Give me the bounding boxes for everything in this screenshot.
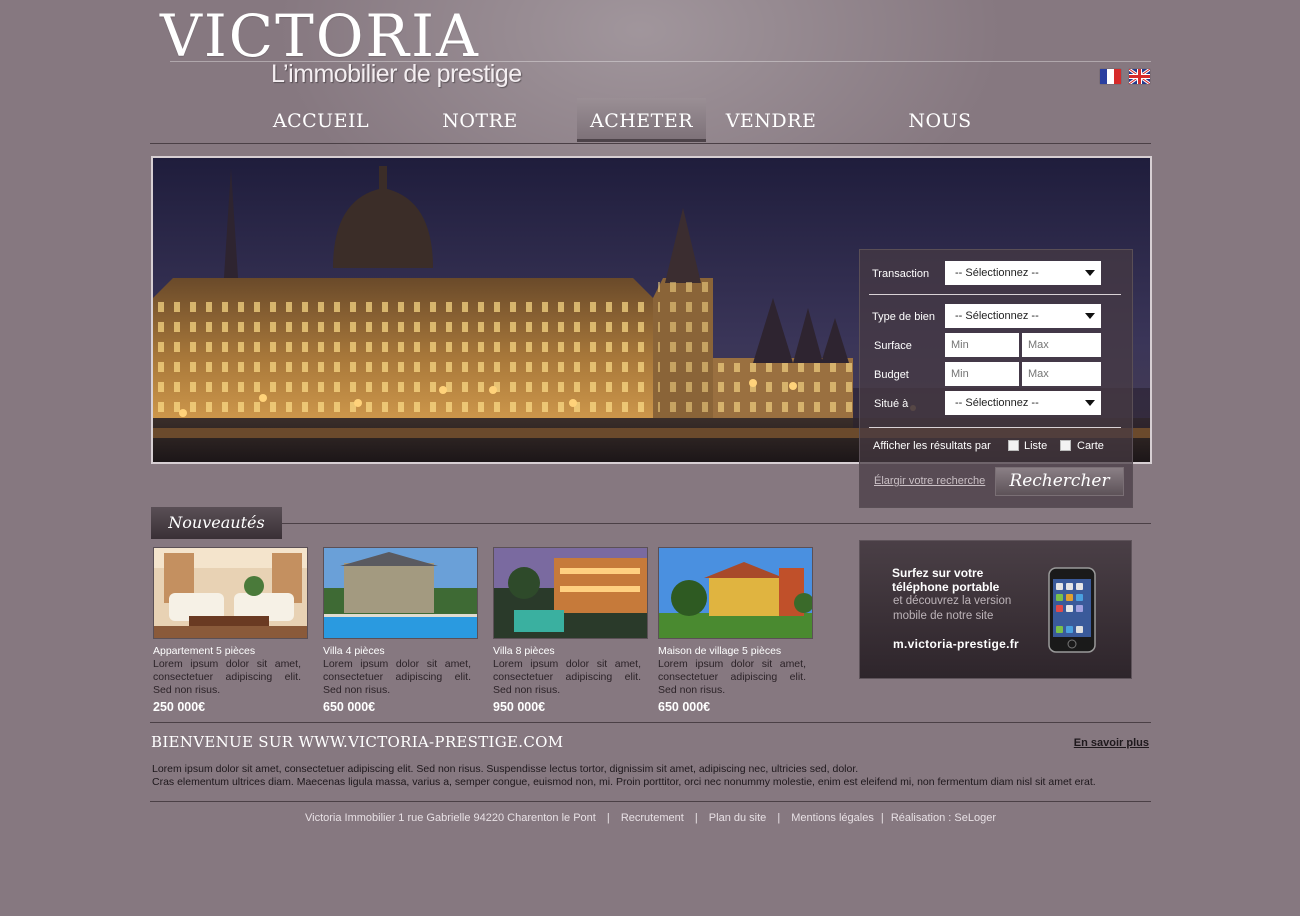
listing-photo[interactable] [323, 547, 478, 639]
listing-description: Lorem ipsum dolor sit amet, consectetuer… [493, 658, 641, 696]
transaction-select-value: -- Sélectionnez -- [955, 267, 1039, 279]
chevron-down-icon [1085, 313, 1095, 319]
footer-divider [150, 801, 1151, 802]
surface-label: Surface [874, 340, 912, 352]
footer-separator: | [606, 812, 610, 824]
footer-separator: | [694, 812, 698, 824]
map-view-checkbox[interactable] [1060, 440, 1071, 451]
welcome-text: Lorem ipsum dolor sit amet, consectetuer… [152, 763, 1151, 789]
display-mode-label: Afficher les résultats par [873, 440, 991, 452]
listing-price: 650 000€ [658, 700, 711, 714]
smartphone-icon [1048, 567, 1096, 653]
welcome-paragraph-2: Cras elementum ultrices diam. Maecenas l… [152, 776, 1096, 788]
listing-description: Lorem ipsum dolor sit amet, consectetuer… [323, 658, 471, 696]
listing-card[interactable]: Maison de village 5 pièces Lorem ipsum d… [658, 547, 813, 714]
budget-label: Budget [874, 369, 909, 381]
section-divider [150, 722, 1151, 723]
listing-title[interactable]: Villa 8 pièces [493, 645, 648, 658]
property-type-select-value: -- Sélectionnez -- [955, 310, 1039, 322]
transaction-select[interactable]: -- Sélectionnez -- [945, 261, 1101, 285]
property-type-select[interactable]: -- Sélectionnez -- [945, 304, 1101, 328]
footer-link-legal[interactable]: Mentions légales [791, 812, 874, 824]
news-divider [282, 523, 1151, 524]
list-view-checkbox[interactable] [1008, 440, 1019, 451]
chevron-down-icon [1085, 270, 1095, 276]
widen-search-link[interactable]: Élargir votre recherche [874, 475, 985, 487]
promo-title: Surfez sur votre téléphone portable [892, 566, 1000, 594]
listing-card[interactable]: Villa 8 pièces Lorem ipsum dolor sit ame… [493, 547, 648, 714]
form-divider [869, 427, 1121, 428]
nav-item-acheter[interactable]: ACHETER [577, 98, 706, 142]
listing-title[interactable]: Maison de village 5 pièces [658, 645, 813, 658]
budget-min-input[interactable] [945, 362, 1019, 386]
main-nav: ACCUEIL NOTRE AGENCE ACHETER VENDRE NOUS… [150, 98, 1151, 178]
footer-credit[interactable]: Réalisation : SeLoger [891, 812, 996, 824]
transaction-label: Transaction [872, 268, 930, 280]
welcome-title: BIENVENUE SUR WWW.VICTORIA-PRESTIGE.COM [151, 733, 564, 751]
location-select-value: -- Sélectionnez -- [955, 397, 1039, 409]
listing-card[interactable]: Appartement 5 pièces Lorem ipsum dolor s… [153, 547, 308, 714]
promo-subtitle: et découvrez la version mobile de notre … [893, 595, 1012, 622]
flag-uk-icon[interactable] [1129, 69, 1150, 84]
listing-card[interactable]: Villa 4 pièces Lorem ipsum dolor sit ame… [323, 547, 478, 714]
footer-link-sitemap[interactable]: Plan du site [709, 812, 766, 824]
page-container: VICTORIA L’immobilier de prestige ACCUEI… [150, 0, 1152, 916]
listing-title[interactable]: Appartement 5 pièces [153, 645, 308, 658]
list-view-label: Liste [1024, 440, 1048, 452]
surface-min-input[interactable] [945, 333, 1019, 357]
footer-address: Victoria Immobilier 1 rue Gabrielle 9422… [304, 812, 596, 824]
footer-separator: | [777, 812, 781, 824]
news-heading: Nouveautés [151, 507, 282, 539]
nav-item-nous-contacter[interactable]: NOUS CONTACTER [845, 98, 1035, 178]
listing-price: 650 000€ [323, 700, 376, 714]
nav-item-vendre[interactable]: VENDRE [716, 98, 826, 142]
footer-separator: | [880, 812, 884, 824]
property-search-form: Transaction -- Sélectionnez -- Type de b… [859, 249, 1133, 508]
budget-max-input[interactable] [1022, 362, 1101, 386]
flag-fr-icon[interactable] [1100, 69, 1121, 84]
mobile-site-promo[interactable]: Surfez sur votre téléphone portable et d… [859, 540, 1132, 679]
listing-photo[interactable] [658, 547, 813, 639]
nav-item-notre-agence[interactable]: NOTRE AGENCE [396, 98, 564, 178]
welcome-paragraph-1: Lorem ipsum dolor sit amet, consectetuer… [152, 763, 859, 775]
listing-price: 250 000€ [153, 700, 206, 714]
listing-title[interactable]: Villa 4 pièces [323, 645, 478, 658]
site-tagline: L’immobilier de prestige [271, 60, 522, 88]
footer: Victoria Immobilier 1 rue Gabrielle 9422… [150, 812, 1151, 824]
learn-more-link[interactable]: En savoir plus [1074, 737, 1149, 749]
listing-description: Lorem ipsum dolor sit amet, consectetuer… [658, 658, 806, 696]
promo-url-link[interactable]: m.victoria-prestige.fr [893, 637, 1019, 651]
chevron-down-icon [1085, 400, 1095, 406]
nav-item-accueil[interactable]: ACCUEIL [259, 98, 383, 142]
listing-photo[interactable] [493, 547, 648, 639]
location-label: Situé à [874, 398, 909, 410]
location-select[interactable]: -- Sélectionnez -- [945, 391, 1101, 415]
surface-max-input[interactable] [1022, 333, 1101, 357]
footer-link-recruitment[interactable]: Recrutement [621, 812, 684, 824]
map-view-label: Carte [1077, 440, 1104, 452]
property-type-label: Type de bien [872, 311, 935, 323]
listing-description: Lorem ipsum dolor sit amet, consectetuer… [153, 658, 301, 696]
form-divider [869, 294, 1121, 295]
listing-photo[interactable] [153, 547, 308, 639]
listing-price: 950 000€ [493, 700, 546, 714]
search-button[interactable]: Rechercher [995, 467, 1124, 496]
